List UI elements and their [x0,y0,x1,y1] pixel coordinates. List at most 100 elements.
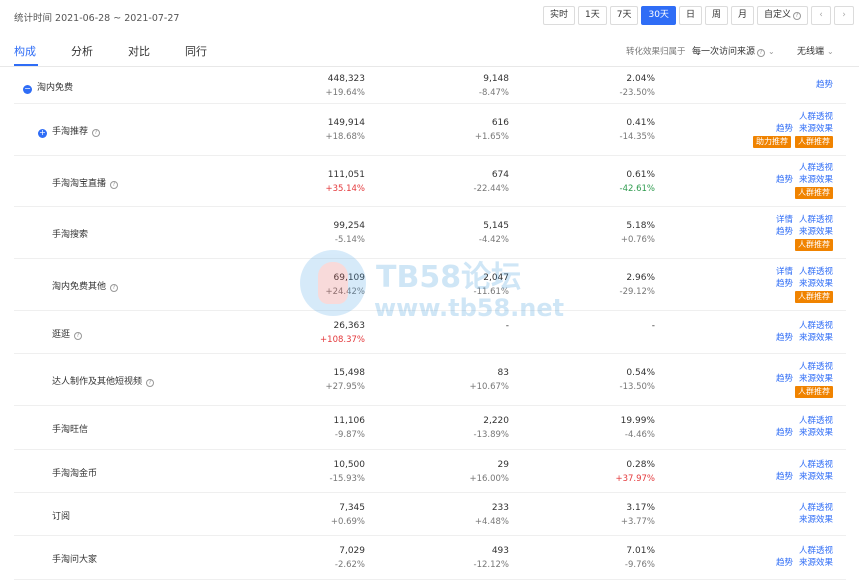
range-1day-button[interactable]: 1天 [578,6,607,25]
tag-line: 人群推荐 [770,385,833,398]
metric-cell: - [389,320,509,334]
crowd-recommend-tag[interactable]: 人群推荐 [795,187,833,199]
source-effect-link[interactable]: 来源效果 [799,472,833,482]
source-effect-link[interactable]: 来源效果 [799,279,833,289]
crowd-insight-link[interactable]: 人群透视 [799,112,833,122]
crowd-recommend-tag[interactable]: 人群推荐 [795,135,833,148]
trend-link[interactable]: 趋势 [776,175,793,185]
row-name[interactable]: 订阅 [52,509,70,522]
row-name[interactable]: 手淘搜索 [52,227,88,240]
tab-peers[interactable]: 同行 [185,43,207,59]
row-name[interactable]: 淘内免费其他? [52,279,119,292]
range-custom-button[interactable]: 自定义? [756,6,808,25]
trend-link[interactable]: 趋势 [776,227,793,237]
range-realtime-button[interactable]: 实时 [543,6,576,25]
metric-change: -11.61% [473,287,509,297]
metric-value: 0.28% [626,459,655,470]
crowd-insight-link[interactable]: 人群透视 [799,163,833,173]
trend-link[interactable]: 趋势 [776,124,793,134]
tab-compare[interactable]: 对比 [128,43,150,59]
metric-cell: 7.01% -9.76% [535,545,655,571]
range-week-button[interactable]: 周 [704,6,728,25]
crowd-insight-link[interactable]: 人群透视 [799,503,833,513]
trend-link[interactable]: 趋势 [816,80,833,90]
metric-cell: 2.04% -23.50% [535,73,655,99]
help-icon: ? [793,12,801,20]
collapse-icon[interactable]: − [23,84,32,94]
trend-link[interactable]: 趋势 [776,558,793,568]
row-name[interactable]: 手淘淘金币 [52,466,97,479]
metric-change: -42.61% [619,183,655,194]
attribution-select[interactable]: 每一次访问来源? ⌄ [692,44,775,57]
row-name-label: 达人制作及其他短视频 [52,377,143,387]
action-line: 详情 人群透视 [770,266,833,278]
table-row: 逛逛? 26,363 +108.37% - - 人群透视 趋势 来源效果 [14,311,846,354]
crowd-insight-link[interactable]: 人群透视 [799,362,833,372]
crowd-insight-link[interactable]: 人群透视 [799,321,833,331]
terminal-select[interactable]: 无线端 ⌄ [797,44,834,57]
source-effect-link[interactable]: 来源效果 [799,558,833,568]
action-line: 趋势 来源效果 [770,471,833,483]
source-effect-link[interactable]: 来源效果 [799,124,833,134]
source-effect-link[interactable]: 来源效果 [799,374,833,384]
row-name-label: 手淘旺信 [52,425,89,435]
help-icon: ? [757,49,766,57]
range-30day-button[interactable]: 30天 [641,6,676,25]
trend-link[interactable]: 趋势 [776,472,793,482]
help-icon: ? [92,129,101,137]
tab-composition[interactable]: 构成 [14,43,36,59]
metric-cell: 616 +1.65% [389,117,509,143]
metric-value: 0.54% [626,368,655,378]
detail-link[interactable]: 详情 [776,267,793,277]
row-name[interactable]: + 手淘推荐? [38,124,101,138]
prev-period-button[interactable]: ‹ [811,6,831,25]
range-7day-button[interactable]: 7天 [609,6,639,25]
expand-icon[interactable]: + [38,129,47,138]
crowd-insight-link[interactable]: 人群透视 [799,416,833,426]
metric-value: 29 [497,459,509,470]
row-actions: 人群透视 来源效果 [793,502,833,526]
tab-analysis[interactable]: 分析 [71,43,93,59]
crowd-insight-link[interactable]: 人群透视 [799,215,833,225]
trend-link[interactable]: 趋势 [776,279,793,289]
metric-change: +18.68% [325,132,365,142]
detail-link[interactable]: 详情 [776,215,793,225]
action-line: 人群透视 [793,502,833,514]
row-name[interactable]: 手淘淘宝直播? [52,176,119,189]
source-effect-link[interactable]: 来源效果 [799,333,833,343]
source-effect-link[interactable]: 来源效果 [799,515,833,525]
metric-change: +108.37% [320,334,365,345]
range-month-button[interactable]: 月 [730,6,754,25]
row-name[interactable]: − 淘内免费 [23,80,73,94]
crowd-insight-link[interactable]: 人群透视 [799,460,833,470]
tag-line: 助力推荐 人群推荐 [749,135,833,148]
crowd-recommend-tag[interactable]: 人群推荐 [795,238,833,251]
metric-value: 0.41% [626,118,655,128]
source-effect-link[interactable]: 来源效果 [799,428,833,438]
metric-change: -22.44% [473,183,509,194]
row-name-label: 手淘推荐 [52,127,89,137]
trend-link[interactable]: 趋势 [776,374,793,384]
metric-cell: 10,500 -15.93% [245,459,365,485]
row-name[interactable]: 达人制作及其他短视频? [52,374,155,387]
boost-recommend-tag[interactable]: 助力推荐 [753,135,791,148]
row-name-label: 手淘问大家 [52,555,98,565]
table-row: − 淘内免费 448,323 +19.64% 9,148 -8.47% 2.04% -23.5… [14,67,846,104]
row-name[interactable]: 手淘旺信 [52,422,88,435]
crowd-insight-link[interactable]: 人群透视 [799,267,833,277]
tabs-row: 构成 分析 对比 同行 转化效果归属于 每一次访问来源? ⌄ 无线端 ⌄ [0,31,859,67]
row-name[interactable]: 逛逛? [52,327,83,340]
source-effect-link[interactable]: 来源效果 [799,175,833,185]
range-day-button[interactable]: 日 [678,6,702,25]
next-period-button[interactable]: › [834,6,854,25]
crowd-recommend-tag[interactable]: 人群推荐 [795,290,833,303]
source-effect-link[interactable]: 来源效果 [799,227,833,237]
trend-link[interactable]: 趋势 [776,428,793,438]
metric-change: -14.35% [619,132,655,142]
trend-link[interactable]: 趋势 [776,333,793,343]
crowd-recommend-tag[interactable]: 人群推荐 [795,385,833,398]
row-actions: 人群透视 趋势 来源效果 助力推荐 人群推荐 [749,111,833,148]
metric-change: +24.42% [325,287,365,297]
row-name[interactable]: 手淘问大家 [52,552,97,565]
crowd-insight-link[interactable]: 人群透视 [799,546,833,556]
